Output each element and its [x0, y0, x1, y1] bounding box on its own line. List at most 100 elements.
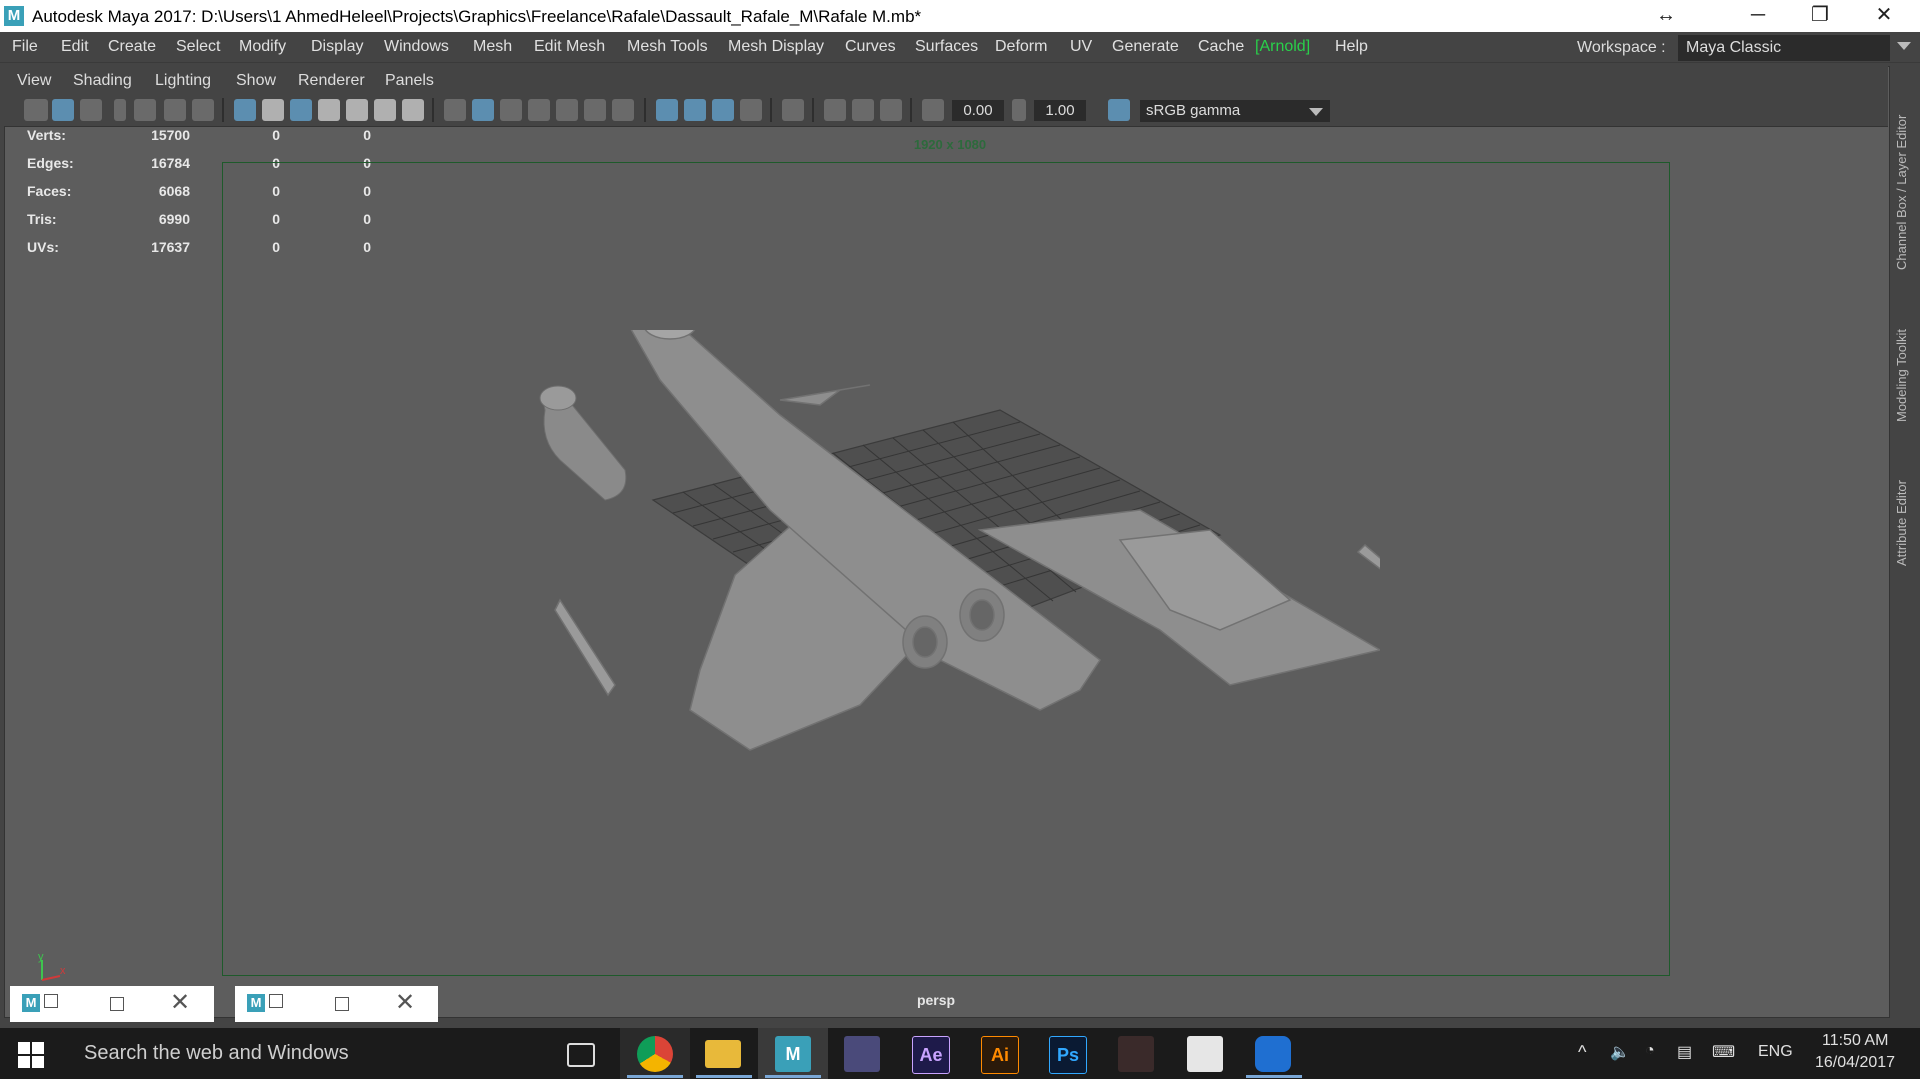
color-management-icon[interactable]: [1108, 99, 1130, 121]
maximize-button[interactable]: [110, 997, 124, 1011]
menu-surfaces[interactable]: Surfaces: [915, 38, 978, 56]
minimized-window[interactable]: M ✕: [10, 986, 214, 1022]
use-default-material-icon[interactable]: [500, 99, 522, 121]
panel-menu-shading[interactable]: Shading: [73, 72, 132, 90]
menu-file[interactable]: File: [12, 38, 38, 56]
tab-channel-box[interactable]: Channel Box / Layer Editor: [1894, 70, 1918, 270]
bookmark-camera-icon[interactable]: [80, 99, 102, 121]
workspace-dropdown[interactable]: Maya Classic: [1678, 35, 1890, 61]
panel-menu-lighting[interactable]: Lighting: [155, 72, 211, 90]
wireframe-icon[interactable]: [444, 99, 466, 121]
panel-menu-show[interactable]: Show: [236, 72, 276, 90]
smooth-shade-icon[interactable]: [472, 99, 494, 121]
grease-pencil-icon[interactable]: [192, 99, 214, 121]
restore-button[interactable]: ❐: [1792, 0, 1848, 32]
chevron-down-icon[interactable]: [1897, 42, 1911, 50]
film-gate-icon[interactable]: [262, 99, 284, 121]
2d-pan-zoom-icon[interactable]: [164, 99, 186, 121]
tab-attribute-editor[interactable]: Attribute Editor: [1894, 456, 1918, 566]
gamma-field[interactable]: 1.00: [1034, 100, 1086, 121]
camera-icon[interactable]: [24, 99, 48, 121]
field-chart-icon[interactable]: [346, 99, 368, 121]
grid-icon[interactable]: [234, 99, 256, 121]
maya-taskbar-icon[interactable]: M: [775, 1036, 811, 1072]
minimize-button[interactable]: ─: [1730, 0, 1786, 32]
hud-value: 0: [272, 127, 280, 143]
close-button[interactable]: ✕: [395, 990, 415, 1016]
xray-icon[interactable]: [656, 99, 678, 121]
zbrush-icon[interactable]: [1187, 1036, 1223, 1072]
depth-of-field-icon[interactable]: [880, 99, 902, 121]
menu-uv[interactable]: UV: [1070, 38, 1092, 56]
menu-mesh[interactable]: Mesh: [473, 38, 512, 56]
windows-start-icon[interactable]: [18, 1042, 44, 1068]
menu-create[interactable]: Create: [108, 38, 156, 56]
exposure-field[interactable]: 0.00: [952, 100, 1004, 121]
camera-attributes-icon[interactable]: [52, 99, 74, 121]
gate-mask-icon[interactable]: [318, 99, 340, 121]
after-effects-icon[interactable]: Ae: [912, 1036, 950, 1074]
menu-generate[interactable]: Generate: [1112, 38, 1179, 56]
isolate-select-icon[interactable]: [782, 99, 804, 121]
notification-icon[interactable]: ▤: [1677, 1042, 1692, 1062]
language-indicator[interactable]: ENG: [1758, 1043, 1793, 1061]
menu-mesh-tools[interactable]: Mesh Tools: [627, 38, 708, 56]
illustrator-icon[interactable]: Ai: [981, 1036, 1019, 1074]
panel-menu-panels[interactable]: Panels: [385, 72, 434, 90]
tab-modeling-toolkit[interactable]: Modeling Toolkit: [1894, 302, 1918, 422]
lights-icon[interactable]: [584, 99, 606, 121]
gamma-icon[interactable]: [1012, 99, 1026, 121]
safe-title-icon[interactable]: [402, 99, 424, 121]
ambient-occlusion-icon[interactable]: [740, 99, 762, 121]
xray-active-icon[interactable]: [684, 99, 706, 121]
menu-deform[interactable]: Deform: [995, 38, 1047, 56]
menu-edit-mesh[interactable]: Edit Mesh: [534, 38, 605, 56]
motion-blur-icon[interactable]: [852, 99, 874, 121]
chevron-down-icon[interactable]: [1309, 108, 1323, 116]
panel-menu-view[interactable]: View: [17, 72, 51, 90]
menu-edit[interactable]: Edit: [61, 38, 89, 56]
menu-help[interactable]: Help: [1335, 38, 1368, 56]
photoshop-icon[interactable]: Ps: [1049, 1036, 1087, 1074]
teamviewer-icon[interactable]: [1255, 1036, 1291, 1072]
clock-time[interactable]: 11:50 AM: [1822, 1032, 1888, 1050]
app-icon[interactable]: [1118, 1036, 1154, 1072]
panel-menu-renderer[interactable]: Renderer: [298, 72, 365, 90]
chevron-up-icon[interactable]: ^: [1578, 1042, 1586, 1063]
clock-date[interactable]: 16/04/2017: [1815, 1054, 1895, 1072]
menu-mesh-display[interactable]: Mesh Display: [728, 38, 824, 56]
bookmark-icon[interactable]: [114, 99, 126, 121]
menu-windows[interactable]: Windows: [384, 38, 449, 56]
scene-model[interactable]: [520, 330, 1380, 850]
menu-select[interactable]: Select: [176, 38, 220, 56]
wifi-icon[interactable]: ◔: [1645, 1042, 1655, 1060]
shadows-icon[interactable]: [612, 99, 634, 121]
wireframe-on-shaded-icon[interactable]: [528, 99, 550, 121]
safe-action-icon[interactable]: [374, 99, 396, 121]
image-plane-icon[interactable]: [134, 99, 156, 121]
view-transform-dropdown[interactable]: sRGB gamma: [1140, 100, 1330, 122]
taskbar-search[interactable]: Search the web and Windows: [84, 1042, 349, 1065]
multisample-icon[interactable]: [824, 99, 846, 121]
chrome-icon[interactable]: [637, 1036, 673, 1072]
menu-curves[interactable]: Curves: [845, 38, 896, 56]
game-icon[interactable]: [844, 1036, 880, 1072]
menu-display[interactable]: Display: [311, 38, 363, 56]
textured-icon[interactable]: [556, 99, 578, 121]
task-view-icon[interactable]: [567, 1043, 595, 1067]
volume-icon[interactable]: 🔈: [1610, 1042, 1630, 1062]
menu-arnold[interactable]: [Arnold]: [1255, 38, 1310, 56]
close-button[interactable]: ✕: [1856, 0, 1912, 32]
file-explorer-icon[interactable]: [705, 1040, 741, 1068]
resolution-gate-icon[interactable]: [290, 99, 312, 121]
menu-modify[interactable]: Modify: [239, 38, 286, 56]
restore-icon[interactable]: [44, 994, 58, 1008]
keyboard-icon[interactable]: ⌨: [1712, 1042, 1735, 1062]
maximize-button[interactable]: [335, 997, 349, 1011]
restore-icon[interactable]: [269, 994, 283, 1008]
menu-cache[interactable]: Cache: [1198, 38, 1244, 56]
xray-joints-icon[interactable]: [712, 99, 734, 121]
minimized-window[interactable]: M ✕: [235, 986, 438, 1022]
exposure-icon[interactable]: [922, 99, 944, 121]
close-button[interactable]: ✕: [170, 990, 190, 1016]
